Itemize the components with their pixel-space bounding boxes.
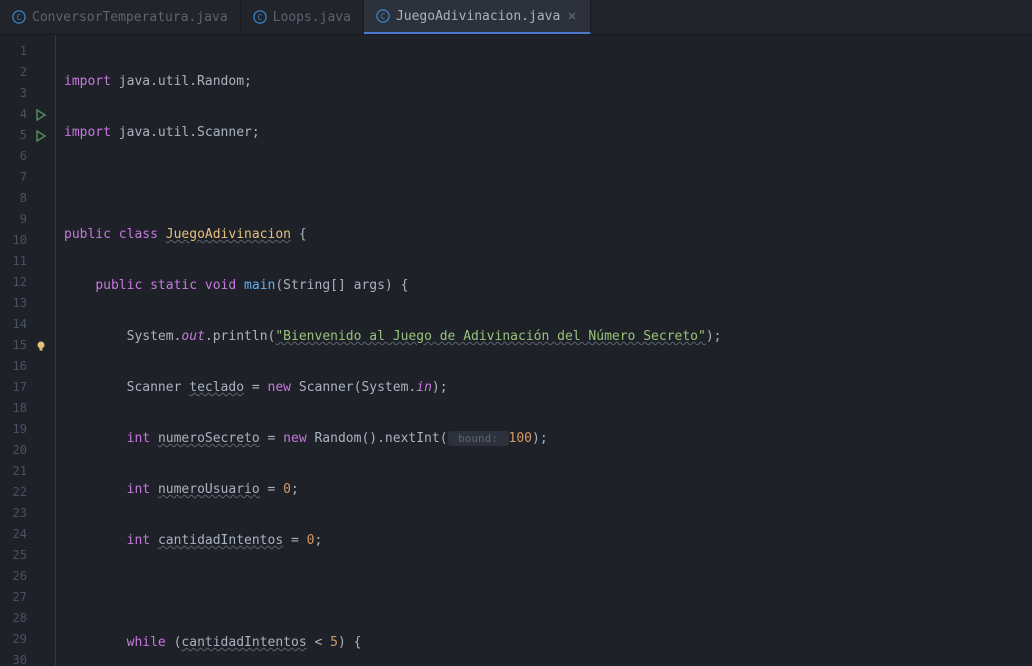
line-number[interactable]: 22: [0, 482, 55, 503]
line-number[interactable]: 8: [0, 188, 55, 209]
line-number[interactable]: 13: [0, 293, 55, 314]
code-line: Scanner teclado = new Scanner(System.in)…: [64, 377, 1032, 398]
code-editor[interactable]: 1234567891011121314151617181920212223242…: [0, 35, 1032, 666]
line-number[interactable]: 15: [0, 335, 55, 356]
line-number[interactable]: 30: [0, 650, 55, 666]
tab-conversor[interactable]: C ConversorTemperatura.java: [0, 0, 241, 34]
line-number[interactable]: 28: [0, 608, 55, 629]
code-line: int numeroUsuario = 0;: [64, 479, 1032, 500]
tab-juego[interactable]: C JuegoAdivinacion.java: [364, 0, 591, 34]
line-number[interactable]: 14: [0, 314, 55, 335]
java-class-icon: C: [253, 10, 267, 24]
line-number[interactable]: 1: [0, 41, 55, 62]
line-number[interactable]: 18: [0, 398, 55, 419]
line-number[interactable]: 29: [0, 629, 55, 650]
code-line: public static void main(String[] args) {: [64, 275, 1032, 296]
line-number[interactable]: 25: [0, 545, 55, 566]
close-icon[interactable]: [566, 10, 578, 22]
line-number[interactable]: 10: [0, 230, 55, 251]
tab-bar: C ConversorTemperatura.java C Loops.java…: [0, 0, 1032, 35]
line-number[interactable]: 7: [0, 167, 55, 188]
line-number[interactable]: 12: [0, 272, 55, 293]
lightbulb-icon[interactable]: [35, 340, 47, 352]
line-number[interactable]: 5: [0, 125, 55, 146]
line-number[interactable]: 3: [0, 83, 55, 104]
code-line: int cantidadIntentos = 0;: [64, 530, 1032, 551]
line-number[interactable]: 23: [0, 503, 55, 524]
gutter: 1234567891011121314151617181920212223242…: [0, 35, 55, 666]
line-number[interactable]: 16: [0, 356, 55, 377]
code-line: import java.util.Scanner;: [64, 122, 1032, 143]
code-line: int numeroSecreto = new Random().nextInt…: [64, 428, 1032, 449]
line-number[interactable]: 24: [0, 524, 55, 545]
line-number[interactable]: 17: [0, 377, 55, 398]
line-number[interactable]: 6: [0, 146, 55, 167]
code-area[interactable]: import java.util.Random; import java.uti…: [55, 35, 1032, 666]
run-icon[interactable]: [35, 130, 47, 142]
run-icon[interactable]: [35, 109, 47, 121]
code-line: public class JuegoAdivinacion {: [64, 224, 1032, 245]
svg-text:C: C: [381, 12, 386, 21]
code-line: [64, 581, 1032, 602]
line-number[interactable]: 9: [0, 209, 55, 230]
line-number[interactable]: 4: [0, 104, 55, 125]
java-class-icon: C: [12, 10, 26, 24]
line-number[interactable]: 21: [0, 461, 55, 482]
line-number[interactable]: 20: [0, 440, 55, 461]
tab-label: ConversorTemperatura.java: [32, 10, 228, 25]
line-number[interactable]: 11: [0, 251, 55, 272]
line-number[interactable]: 2: [0, 62, 55, 83]
code-line: while (cantidadIntentos < 5) {: [64, 632, 1032, 653]
tab-loops[interactable]: C Loops.java: [241, 0, 364, 34]
tab-label: Loops.java: [273, 10, 351, 25]
code-line: import java.util.Random;: [64, 71, 1032, 92]
line-number[interactable]: 26: [0, 566, 55, 587]
tab-label: JuegoAdivinacion.java: [396, 9, 560, 24]
code-line: [64, 173, 1032, 194]
line-number[interactable]: 27: [0, 587, 55, 608]
line-number[interactable]: 19: [0, 419, 55, 440]
svg-text:C: C: [17, 13, 22, 22]
svg-text:C: C: [257, 13, 262, 22]
code-line: System.out.println("Bienvenido al Juego …: [64, 326, 1032, 347]
java-class-icon: C: [376, 9, 390, 23]
